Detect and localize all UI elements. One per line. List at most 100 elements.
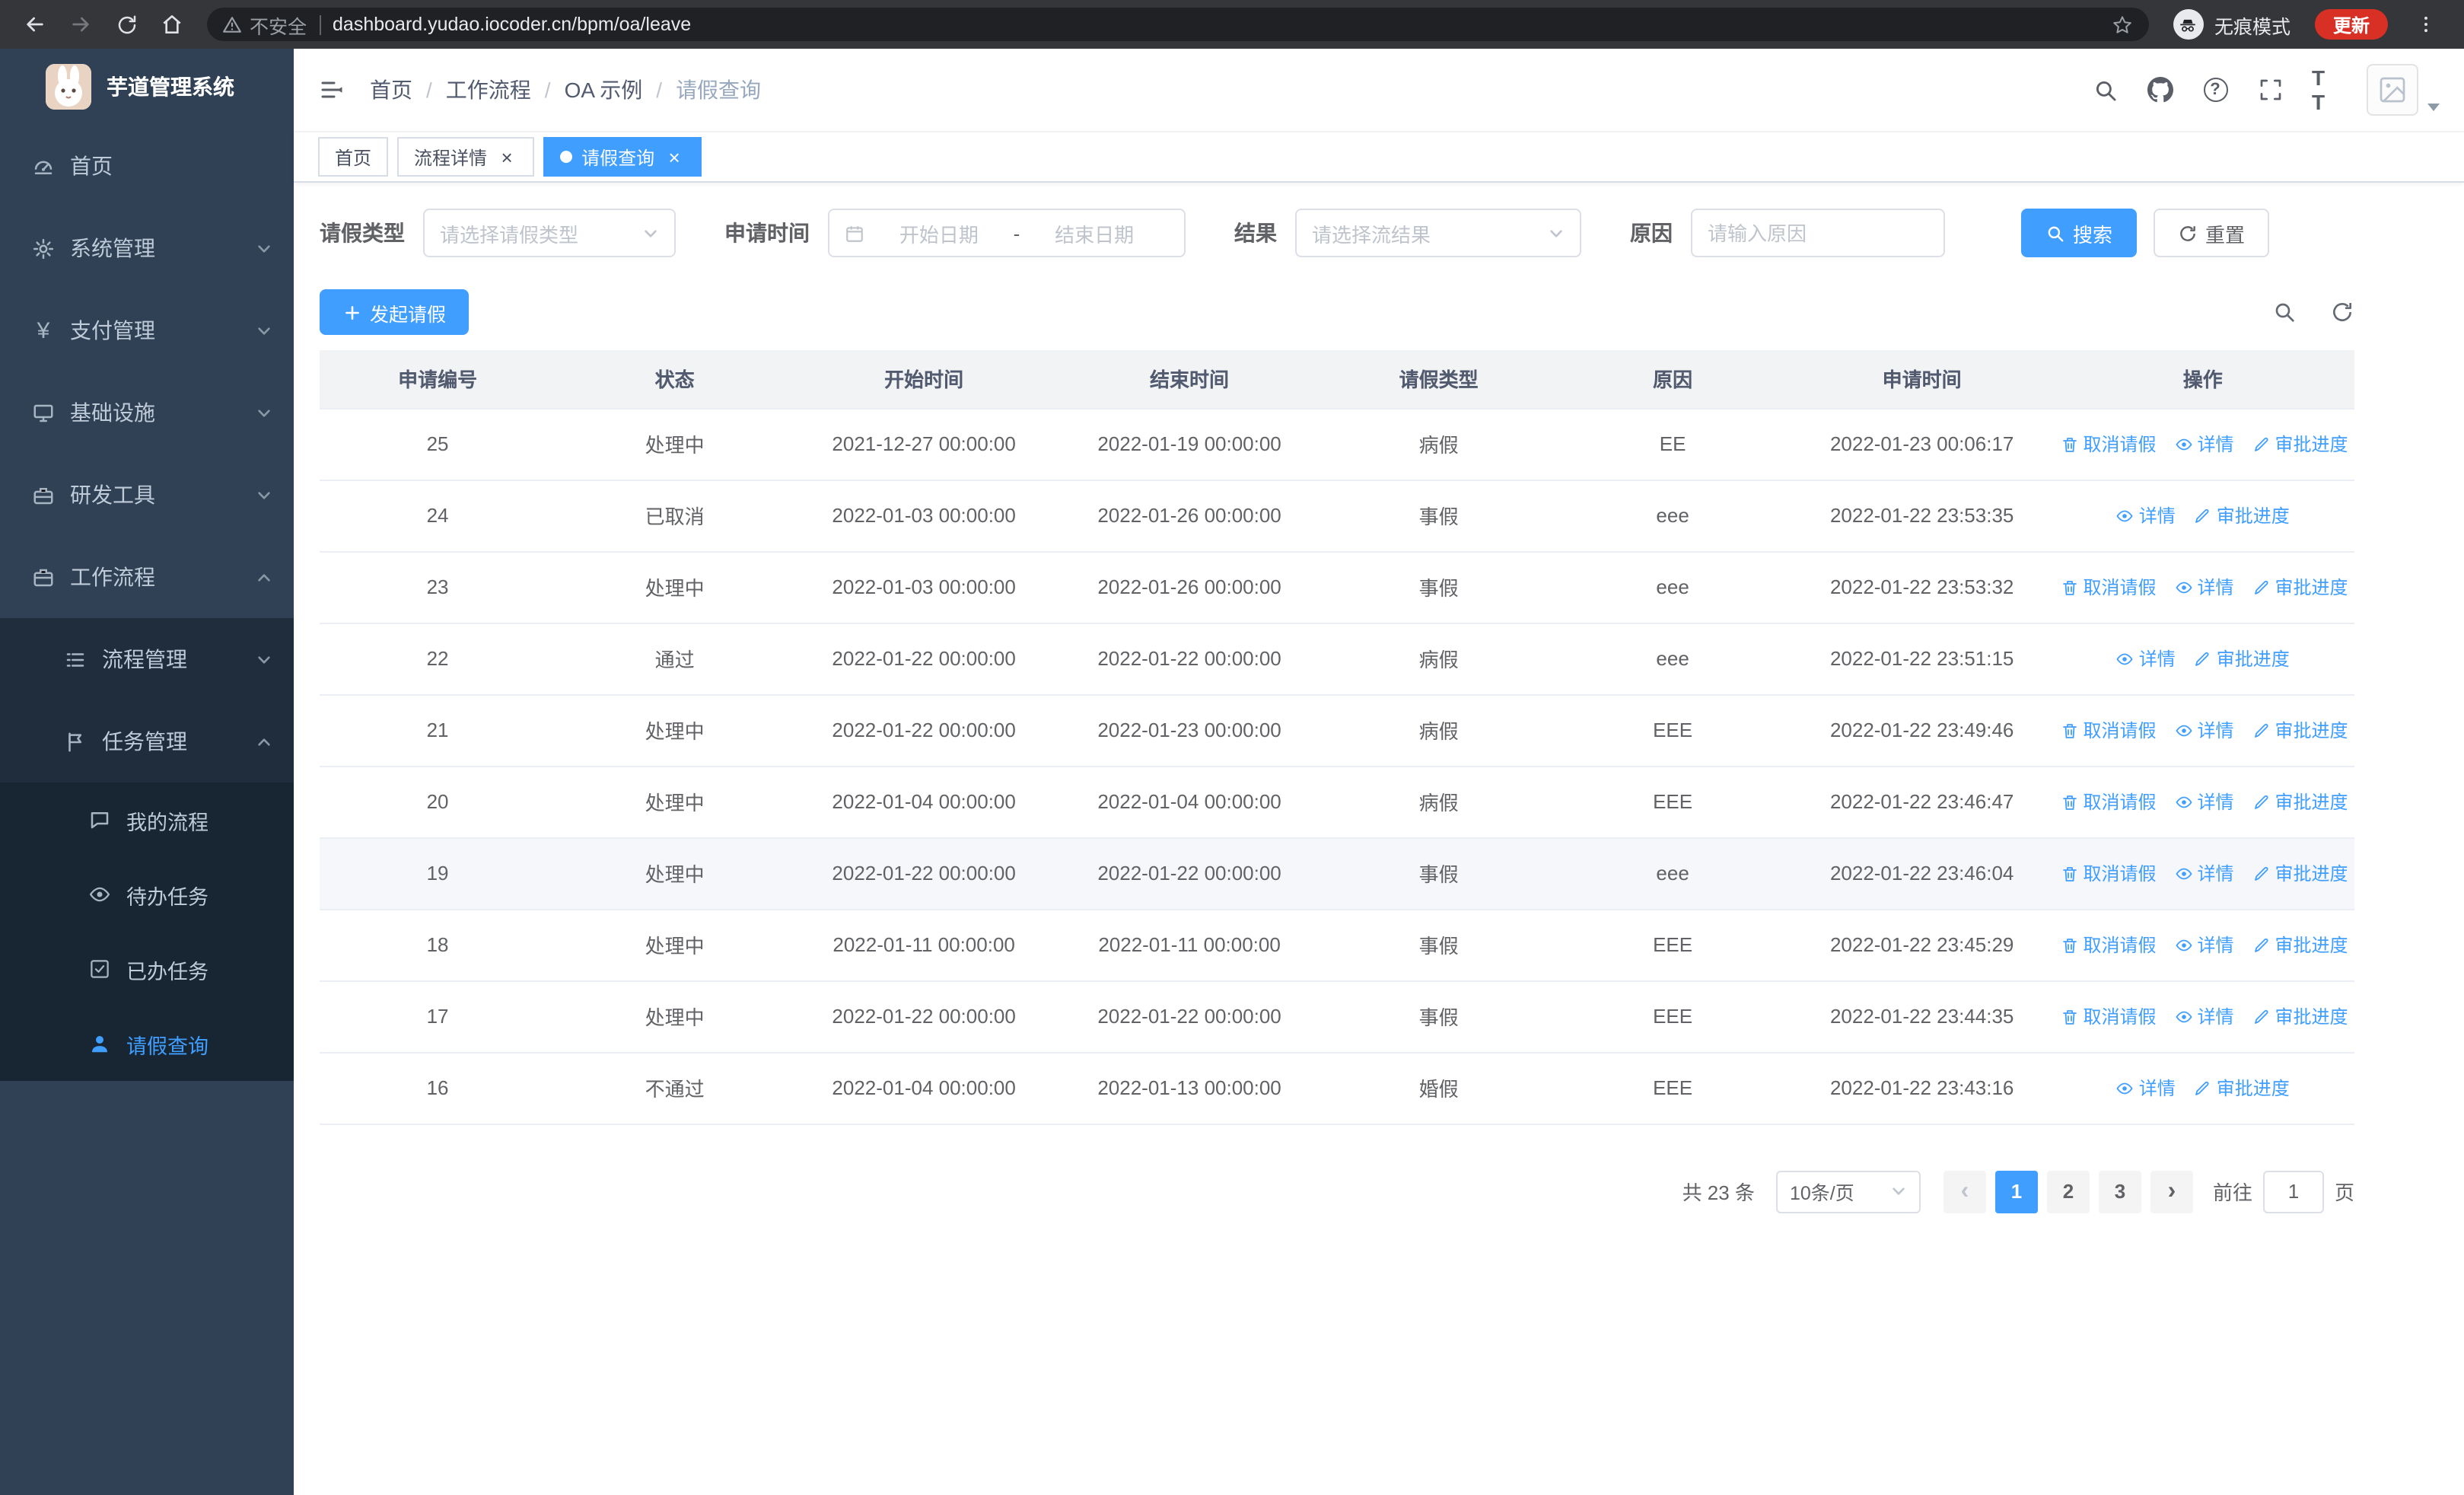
reset-button[interactable]: 重置: [2154, 209, 2270, 257]
approval-progress-link[interactable]: 审批进度: [2252, 1003, 2348, 1029]
page-size-select[interactable]: 10条/页: [1775, 1170, 1921, 1213]
approval-progress-link[interactable]: 审批进度: [2252, 574, 2348, 600]
cancel-leave-link[interactable]: 取消请假: [2060, 932, 2157, 958]
sidebar-item-home[interactable]: 首页: [0, 125, 294, 207]
refresh-icon[interactable]: [2330, 300, 2354, 324]
result-select[interactable]: 请选择流结果: [1295, 209, 1581, 257]
next-page-button[interactable]: ›: [2150, 1170, 2193, 1213]
active-tab-dot: [560, 151, 573, 163]
date-range-picker[interactable]: 开始日期 - 结束日期: [828, 209, 1186, 257]
bookmark-star-icon[interactable]: [2111, 13, 2134, 36]
approval-progress-link[interactable]: 审批进度: [2194, 1075, 2290, 1101]
page-button-3[interactable]: 3: [2098, 1170, 2141, 1213]
edit-icon: [2254, 1009, 2268, 1023]
approval-progress-link[interactable]: 审批进度: [2252, 431, 2348, 457]
breadcrumb-oa-example[interactable]: OA 示例: [565, 75, 643, 105]
approval-progress-link[interactable]: 审批进度: [2194, 502, 2290, 528]
close-icon[interactable]: ×: [496, 146, 517, 167]
sidebar-item-completed-tasks[interactable]: 已办任务: [0, 932, 294, 1006]
cell-apply-time: 2022-01-22 23:46:47: [1792, 766, 2052, 838]
logo-image: [46, 64, 91, 110]
sidebar: 芋道管理系统 首页 系统管理 ¥ 支付管理 基础设施 研发工具 工作流程 流程管…: [0, 49, 294, 1495]
font-size-icon[interactable]: T T: [2312, 65, 2338, 114]
reason-input[interactable]: [1691, 209, 1945, 257]
search-button[interactable]: 搜索: [2021, 209, 2138, 257]
cell-status: 处理中: [556, 408, 794, 480]
browser-reload-button[interactable]: [107, 5, 146, 44]
sidebar-item-infrastructure[interactable]: 基础设施: [0, 371, 294, 454]
approval-progress-link[interactable]: 审批进度: [2252, 932, 2348, 958]
browser-update-button[interactable]: 更新: [2314, 9, 2388, 40]
tab-leave-query[interactable]: 请假查询 ×: [543, 137, 702, 177]
cancel-leave-link[interactable]: 取消请假: [2060, 860, 2157, 886]
cancel-leave-link[interactable]: 取消请假: [2060, 574, 2157, 600]
fullscreen-icon[interactable]: [2257, 77, 2283, 103]
app-logo[interactable]: 芋道管理系统: [0, 49, 294, 125]
cancel-leave-link[interactable]: 取消请假: [2060, 431, 2157, 457]
chevron-down-icon: [1548, 225, 1565, 241]
detail-link[interactable]: 详情: [2175, 860, 2234, 886]
eye-icon: [2175, 867, 2192, 879]
page-button-2[interactable]: 2: [2046, 1170, 2090, 1213]
sidebar-item-devtools[interactable]: 研发工具: [0, 454, 294, 536]
detail-link[interactable]: 详情: [2175, 1003, 2234, 1029]
tab-home[interactable]: 首页: [318, 137, 389, 177]
col-apply-no: 申请编号: [320, 350, 556, 409]
breadcrumb-home[interactable]: 首页: [370, 75, 412, 105]
cell-actions: 详情 审批进度: [2051, 1052, 2354, 1124]
detail-link[interactable]: 详情: [2175, 717, 2234, 743]
user-menu[interactable]: [2367, 64, 2440, 116]
sidebar-item-payment[interactable]: ¥ 支付管理: [0, 289, 294, 371]
end-date-placeholder[interactable]: 结束日期: [1055, 218, 1134, 247]
cancel-leave-link[interactable]: 取消请假: [2060, 717, 2157, 743]
leave-type-select[interactable]: 请选择请假类型: [423, 209, 676, 257]
app-title: 芋道管理系统: [107, 75, 234, 99]
search-icon: [2048, 225, 2064, 241]
browser-menu-button[interactable]: [2406, 5, 2446, 44]
search-icon[interactable]: [2093, 77, 2119, 103]
sidebar-item-my-processes[interactable]: 我的流程: [0, 783, 294, 857]
goto-page-input[interactable]: [2262, 1170, 2324, 1213]
detail-link[interactable]: 详情: [2116, 645, 2176, 671]
cell-end-time: 2022-01-23 00:00:00: [1054, 694, 1325, 767]
approval-progress-link[interactable]: 审批进度: [2252, 860, 2348, 886]
url-text[interactable]: dashboard.yudao.iocoder.cn/bpm/oa/leave: [333, 14, 691, 35]
detail-link[interactable]: 详情: [2175, 574, 2234, 600]
github-icon[interactable]: [2147, 77, 2173, 103]
approval-progress-link[interactable]: 审批进度: [2252, 789, 2348, 814]
close-icon[interactable]: ×: [664, 146, 685, 167]
browser-home-button[interactable]: [152, 5, 192, 44]
page-button-1[interactable]: 1: [1994, 1170, 2038, 1213]
detail-link[interactable]: 详情: [2175, 932, 2234, 958]
create-leave-button[interactable]: 发起请假: [320, 289, 470, 335]
create-leave-label: 发起请假: [370, 304, 447, 325]
eye-icon: [88, 883, 111, 906]
security-warning[interactable]: 不安全: [222, 10, 307, 39]
detail-link[interactable]: 详情: [2116, 1075, 2176, 1101]
col-status: 状态: [556, 350, 794, 409]
detail-link[interactable]: 详情: [2175, 789, 2234, 814]
search-toggle-icon[interactable]: [2272, 300, 2297, 324]
sidebar-collapse-button[interactable]: [318, 76, 345, 104]
approval-progress-link[interactable]: 审批进度: [2252, 717, 2348, 743]
address-bar[interactable]: 不安全 dashboard.yudao.iocoder.cn/bpm/oa/le…: [207, 8, 2149, 41]
sidebar-item-system[interactable]: 系统管理: [0, 207, 294, 289]
cell-end-time: 2022-01-19 00:00:00: [1054, 408, 1325, 480]
sidebar-item-pending-tasks[interactable]: 待办任务: [0, 857, 294, 932]
help-icon[interactable]: ?: [2202, 77, 2228, 103]
cancel-leave-link[interactable]: 取消请假: [2060, 1003, 2157, 1029]
prev-page-button[interactable]: ‹: [1943, 1170, 1986, 1213]
start-date-placeholder[interactable]: 开始日期: [899, 218, 979, 247]
sidebar-item-leave-query[interactable]: 请假查询: [0, 1006, 294, 1081]
detail-link[interactable]: 详情: [2175, 431, 2234, 457]
approval-progress-link[interactable]: 审批进度: [2194, 645, 2290, 671]
cancel-leave-link[interactable]: 取消请假: [2060, 789, 2157, 814]
breadcrumb-workflow[interactable]: 工作流程: [446, 75, 531, 105]
browser-back-button[interactable]: [15, 5, 55, 44]
browser-forward-button[interactable]: [61, 5, 100, 44]
detail-link[interactable]: 详情: [2116, 502, 2176, 528]
tab-process-detail[interactable]: 流程详情 ×: [397, 137, 535, 177]
sidebar-item-process-management[interactable]: 流程管理: [0, 618, 294, 700]
sidebar-item-workflow[interactable]: 工作流程: [0, 536, 294, 618]
sidebar-item-task-management[interactable]: 任务管理: [0, 700, 294, 783]
